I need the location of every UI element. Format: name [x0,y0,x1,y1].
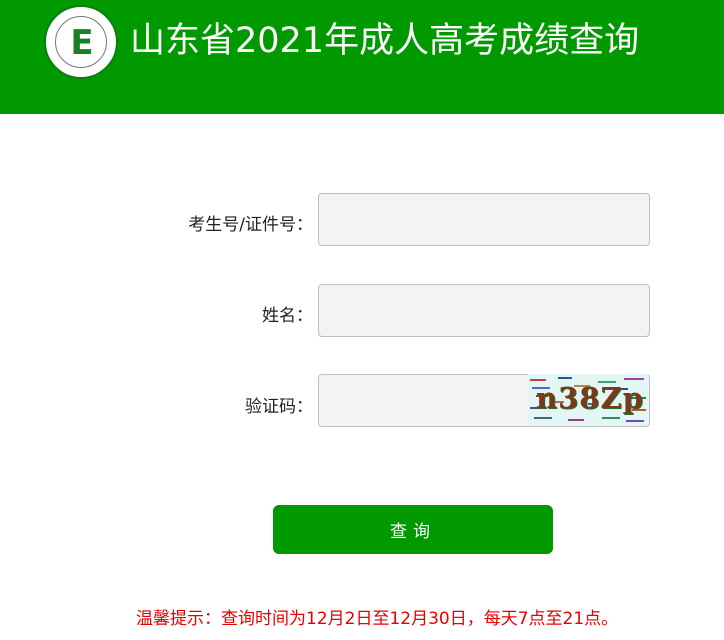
logo-letter: E [70,23,94,63]
exam-id-input[interactable] [318,193,650,246]
notice-text: 温馨提示：查询时间为12月2日至12月30日，每天7点至21点。 [136,609,619,629]
query-button[interactable]: 查询 [273,505,553,554]
captcha-image[interactable]: n38Zp [528,374,648,425]
captcha-label: 验证码： [245,397,313,417]
page-title: 山东省2021年成人高考成绩查询 [130,21,640,61]
captcha-text: n38Zp [536,381,644,415]
name-label: 姓名： [262,306,313,326]
exam-id-label: 考生号/证件号： [188,215,313,235]
name-input[interactable] [318,284,650,337]
logo-emblem-icon: E [55,16,107,68]
logo: E [44,5,118,79]
header-bar: E 山东省2021年成人高考成绩查询 [0,0,724,114]
